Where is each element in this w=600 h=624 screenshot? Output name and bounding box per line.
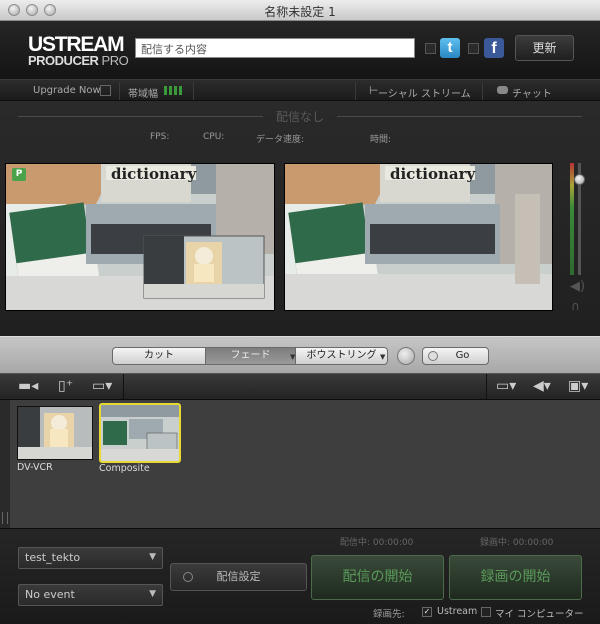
dv-vcr-image [18, 407, 92, 459]
ustream-destination-label: Ustream [437, 606, 478, 617]
live-video[interactable]: dictionary [284, 163, 553, 311]
divider [486, 374, 487, 400]
account-select[interactable]: test_tekto ▼ [18, 547, 163, 569]
settings-circle-icon [183, 572, 193, 582]
window-title: 名称未設定 1 [264, 5, 336, 19]
facebook-checkbox[interactable] [468, 43, 479, 54]
logo-producer-text: PRODUCER [28, 53, 99, 68]
source-thumbnail-dv-vcr[interactable] [17, 406, 93, 460]
transition-cut-button[interactable]: カット [112, 347, 206, 365]
chevron-down-icon: ▼ [149, 589, 156, 599]
record-destination: 録画先: [373, 606, 405, 620]
event-select[interactable]: No event ▼ [18, 584, 163, 606]
data-rate-label: データ速度: [256, 135, 305, 145]
divider [482, 82, 483, 100]
transition-speed-knob[interactable] [397, 347, 415, 365]
preview-badge: P [12, 168, 26, 181]
headphones-icon[interactable]: ∩ [571, 299, 580, 313]
add-file-icon[interactable]: ▯⁺ [58, 378, 73, 394]
chat-tab[interactable]: チャット [512, 85, 552, 100]
cpu-label: CPU: [203, 132, 225, 142]
transition-bar: カット フェード ▼ ボウストリング ▼ Go [0, 336, 600, 374]
preview-scene-image [6, 164, 274, 310]
divider [123, 374, 124, 400]
chat-bubble-icon [497, 86, 508, 94]
stream-elapsed-time: 配信中: 00:00:00 [340, 538, 414, 548]
twitter-icon: t [440, 38, 460, 58]
time-label: 時間: [370, 135, 392, 145]
twitter-checkbox[interactable] [425, 43, 436, 54]
logo-pro-text: PRO [98, 53, 129, 68]
window-titlebar: 名称未設定 1 [0, 0, 600, 21]
bottom-controls: test_tekto ▼ No event ▼ 配信設定 配信中: 00:00:… [0, 528, 600, 624]
bounce-options-arrow-icon[interactable]: ▼ [380, 353, 385, 361]
update-button[interactable]: 更新 [515, 35, 574, 61]
record-destination-label: 録画先: [373, 609, 405, 620]
broadcast-status-input[interactable]: 配信する内容 [135, 38, 415, 58]
source-toolbar: ▬◂ ▯⁺ ▭▾ ▭▾ ◀▾ ▣▾ [0, 374, 600, 400]
no-stream-status: 配信なし [275, 110, 324, 124]
record-elapsed-time: 録画中: 00:00:00 [480, 538, 554, 548]
audio-level-meter [569, 163, 585, 275]
composite-image [101, 405, 179, 461]
sources-panel: DV-VCR Composite [0, 400, 600, 528]
source-label: DV-VCR [17, 462, 53, 473]
divider [337, 116, 582, 117]
transition-fade-button[interactable]: フェード [205, 347, 296, 365]
stream-settings-label: 配信設定 [216, 570, 261, 583]
app-header: USTREAM PRODUCER PRO 配信する内容 t f 更新 [0, 21, 600, 79]
fps-label: FPS: [150, 132, 170, 142]
go-button-label: Go [455, 350, 470, 361]
source-thumbnail-composite[interactable] [99, 403, 181, 463]
layout-options-icon[interactable]: ▣▾ [568, 378, 588, 394]
divider [355, 82, 356, 100]
transition-bounce-button[interactable]: ボウストリング [295, 347, 388, 365]
stream-settings-button[interactable]: 配信設定 [170, 563, 307, 591]
display-options-icon[interactable]: ▭▾ [496, 378, 516, 394]
start-broadcast-button[interactable]: 配信の開始 [311, 555, 444, 600]
source-label: Composite [99, 463, 150, 474]
add-screen-icon[interactable]: ▭▾ [92, 378, 112, 394]
preview-video[interactable]: P dictionary [5, 163, 275, 311]
upgrade-now-link[interactable]: Upgrade Now [33, 85, 101, 96]
facebook-icon: f [484, 38, 504, 58]
info-strip: Upgrade Now 帯域幅 ⊢ ーシャル ストリーム チャット [0, 79, 600, 101]
go-button[interactable]: Go [422, 347, 489, 365]
sign-text: dictionary [390, 165, 476, 183]
audio-options-icon[interactable]: ◀▾ [533, 378, 551, 394]
social-stream-tab[interactable]: ーシャル ストリーム [378, 85, 471, 100]
live-scene-image [285, 164, 552, 310]
speaker-icon[interactable]: ◀) [570, 279, 585, 294]
volume-slider-knob[interactable] [574, 174, 585, 185]
account-select-value: test_tekto [25, 551, 81, 564]
divider [119, 82, 120, 100]
divider [18, 116, 263, 117]
add-camera-icon[interactable]: ▬◂ [18, 378, 38, 394]
go-indicator-icon [428, 351, 438, 361]
sources-gutter [0, 400, 10, 528]
ustream-destination-checkbox[interactable]: ✓ [422, 607, 432, 617]
computer-destination-label: マイ コンピューター [495, 609, 584, 620]
divider [193, 82, 194, 100]
sign-text: dictionary [111, 165, 197, 183]
sources-resize-handle[interactable] [2, 512, 8, 524]
bandwidth-meter [164, 86, 186, 95]
bandwidth-label: 帯域幅 [128, 89, 158, 100]
logo-producer-pro: PRODUCER PRO [28, 53, 129, 68]
event-select-value: No event [25, 588, 75, 601]
external-link-icon [100, 85, 111, 96]
computer-destination-checkbox[interactable] [481, 607, 491, 617]
start-recording-button[interactable]: 録画の開始 [449, 555, 582, 600]
broadcast-panel: 配信なし FPS: CPU: データ速度: 時間: P dictionary d… [0, 101, 600, 336]
chevron-down-icon: ▼ [149, 552, 156, 562]
